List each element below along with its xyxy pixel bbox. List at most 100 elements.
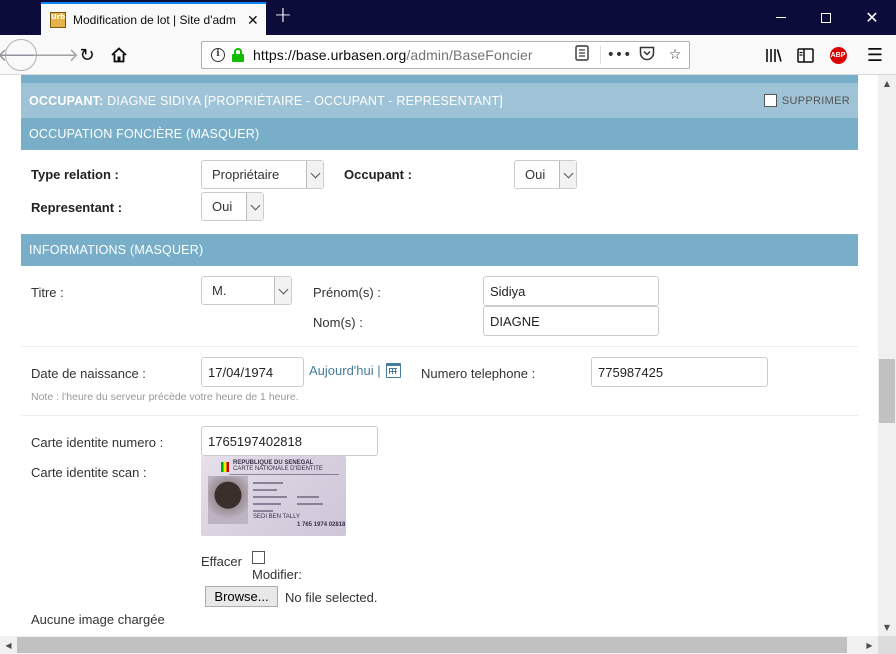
url-text[interactable]: https://base.urbasen.org/admin/BaseFonci… — [253, 47, 533, 63]
close-window-icon[interactable]: ✕ — [849, 0, 895, 35]
representant-label: Representant : — [31, 200, 123, 215]
reader-view-icon[interactable] — [568, 45, 596, 65]
vertical-scrollbar[interactable]: ▲ ▼ — [878, 75, 896, 636]
chevron-down-icon — [306, 161, 323, 188]
no-file-label: No file selected. — [285, 590, 378, 605]
id-card-line — [229, 474, 339, 475]
type-relation-label: Type relation : — [31, 167, 119, 182]
id-card-text: SEDI BEN TALLY — [253, 514, 301, 520]
horizontal-scroll-thumb[interactable] — [17, 637, 847, 653]
adblock-icon[interactable]: ABP — [825, 35, 851, 75]
prenom-input[interactable]: Sidiya — [483, 276, 659, 306]
phone-input[interactable]: 775987425 — [591, 357, 768, 387]
id-card-text: 1 765 1974 02818 — [297, 522, 346, 528]
titre-value: M. — [212, 283, 227, 298]
type-relation-select[interactable]: Propriétaire — [201, 160, 324, 189]
id-number-label: Carte identite numero : — [31, 435, 164, 450]
representant-select[interactable]: Oui — [201, 192, 264, 221]
url-bar[interactable]: i https://base.urbasen.org/admin/BaseFon… — [201, 41, 690, 69]
site-favicon-icon: UrbaDB — [50, 11, 66, 28]
nom-input[interactable]: DIAGNE — [483, 306, 659, 336]
scroll-up-icon[interactable]: ▲ — [878, 75, 896, 92]
scrollbar-corner — [878, 636, 896, 654]
id-card-line — [297, 496, 319, 498]
minimize-window-icon[interactable] — [758, 0, 804, 35]
maximize-window-icon[interactable] — [803, 0, 849, 35]
divider — [21, 415, 858, 416]
tab-close-icon[interactable]: ✕ — [247, 13, 259, 27]
active-tab[interactable]: UrbaDB Modification de lot | Site d'adm … — [41, 2, 266, 35]
occupant-value: Oui — [525, 167, 546, 182]
effacer-checkbox[interactable] — [252, 551, 265, 564]
bookmark-star-icon[interactable]: ☆ — [661, 47, 689, 63]
nom-label: Nom(s) : — [313, 315, 363, 330]
titre-select[interactable]: M. — [201, 276, 292, 305]
previous-section-strip — [21, 75, 858, 83]
browse-button[interactable]: Browse... — [205, 586, 278, 607]
id-scan-label: Carte identite scan : — [31, 465, 147, 480]
scroll-left-icon[interactable]: ◀ — [0, 636, 17, 654]
page-actions-icon[interactable]: ••• — [605, 47, 633, 63]
library-icon[interactable] — [761, 35, 787, 75]
tab-strip: UrbaDB Modification de lot | Site d'adm … — [0, 0, 896, 35]
id-card-scan-image[interactable]: REPUBLIQUE DU SENEGAL CARTE NATIONALE D'… — [201, 456, 346, 536]
representant-value: Oui — [212, 199, 233, 214]
sidebar-icon[interactable] — [792, 35, 818, 75]
id-card-text: CARTE NATIONALE D'IDENTITE — [233, 466, 323, 472]
today-link[interactable]: Aujourd'hui | — [309, 363, 381, 378]
occupant-label: Occupant : — [344, 167, 412, 182]
scroll-down-icon[interactable]: ▼ — [878, 619, 896, 636]
delete-checkbox[interactable] — [763, 94, 777, 107]
chevron-down-icon — [559, 161, 576, 188]
id-card-line — [253, 510, 273, 512]
horizontal-scrollbar[interactable]: ◀ ▶ — [0, 636, 878, 654]
type-relation-value: Propriétaire — [212, 167, 280, 182]
id-card-line — [253, 496, 287, 498]
info-icon[interactable]: i — [211, 48, 225, 62]
vertical-scroll-thumb[interactable] — [879, 359, 895, 423]
reload-icon[interactable]: ↻ — [71, 39, 103, 71]
page-viewport: OCCUPANT: DIAGNE SIDIYA [PROPRIÉTAIRE - … — [0, 75, 878, 636]
timezone-note: Note : l'heure du serveur précède votre … — [31, 391, 299, 403]
occupant-header-prefix: OCCUPANT: — [29, 93, 104, 108]
informations-fields: Titre : M. Prénom(s) : Sidiya Nom(s) : D… — [21, 266, 858, 636]
navigation-toolbar: 🡐 🡒 ↻ i https://base.urbasen.org/admin/B… — [0, 35, 896, 75]
occupant-header: OCCUPANT: DIAGNE SIDIYA [PROPRIÉTAIRE - … — [21, 83, 858, 118]
id-card-line — [253, 489, 277, 491]
occupation-fields: Type relation : Propriétaire Occupant : … — [21, 150, 858, 234]
phone-label: Numero telephone : — [421, 366, 536, 381]
scroll-right-icon[interactable]: ▶ — [861, 636, 878, 654]
id-card-line — [253, 482, 283, 484]
delete-toggle[interactable]: SUPPRIMER — [763, 94, 850, 107]
id-card-line — [253, 503, 281, 505]
adblock-badge: ABP — [829, 46, 847, 64]
new-tab-icon[interactable]: + — [272, 5, 294, 28]
senegal-flag-icon — [221, 462, 229, 472]
home-icon[interactable] — [103, 39, 135, 71]
id-card-photo — [208, 476, 248, 524]
occupation-section-header[interactable]: OCCUPATION FONCIÈRE (MASQUER) — [21, 118, 858, 150]
forward-arrow-icon[interactable]: 🡒 — [31, 39, 79, 71]
tab-title: Modification de lot | Site d'adm — [73, 12, 236, 27]
effacer-label: Effacer — [201, 554, 242, 569]
chevron-down-icon — [246, 193, 263, 220]
id-number-input[interactable]: 1765197402818 — [201, 426, 378, 456]
no-image-label: Aucune image chargée — [31, 612, 165, 627]
hamburger-menu-icon[interactable]: ☰ — [862, 35, 888, 75]
chevron-down-icon — [274, 277, 291, 304]
lock-icon[interactable] — [232, 48, 244, 62]
divider — [21, 346, 858, 347]
pocket-icon[interactable] — [633, 46, 661, 65]
titre-label: Titre : — [31, 285, 64, 300]
birthdate-label: Date de naissance : — [31, 366, 146, 381]
admin-form: OCCUPANT: DIAGNE SIDIYA [PROPRIÉTAIRE - … — [21, 75, 858, 636]
prenom-label: Prénom(s) : — [313, 285, 381, 300]
occupant-select[interactable]: Oui — [514, 160, 577, 189]
informations-section-header[interactable]: INFORMATIONS (MASQUER) — [21, 234, 858, 266]
occupant-header-text: DIAGNE SIDIYA [PROPRIÉTAIRE - OCCUPANT -… — [107, 93, 503, 108]
modifier-label: Modifier: — [252, 567, 302, 582]
calendar-icon[interactable] — [386, 363, 401, 378]
birthdate-input[interactable]: 17/04/1974 — [201, 357, 304, 387]
delete-label: SUPPRIMER — [781, 94, 850, 107]
id-card-line — [297, 503, 323, 505]
